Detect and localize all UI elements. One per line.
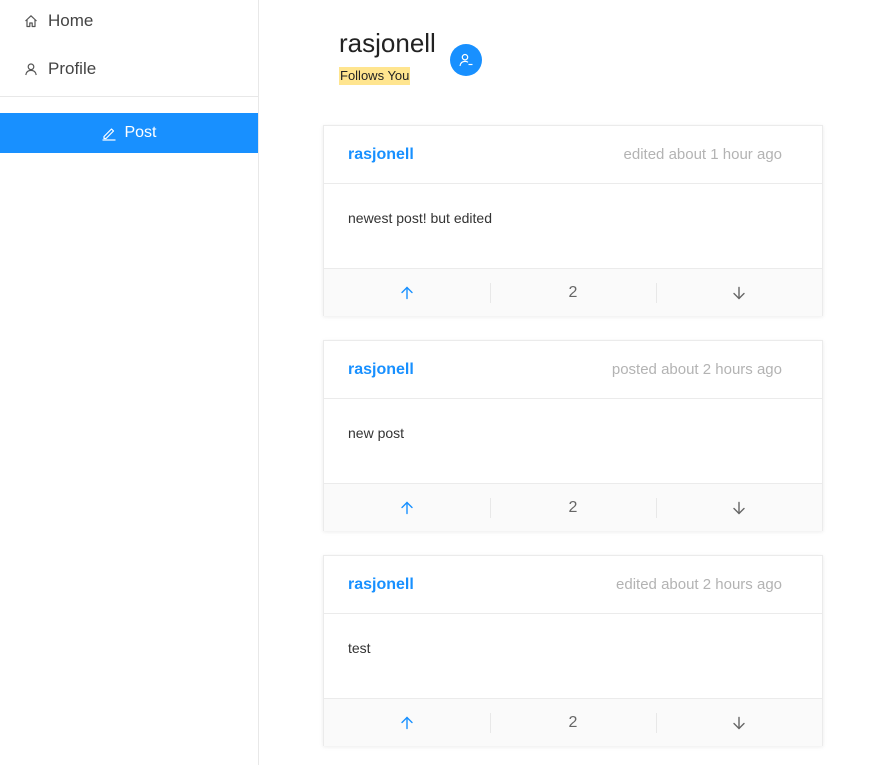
post-actions: 2 <box>324 483 822 531</box>
arrow-down-icon <box>731 285 747 301</box>
post-header: rasjonell posted about 2 hours ago <box>324 341 822 399</box>
downvote-button[interactable] <box>656 484 822 531</box>
post-actions: 2 <box>324 698 822 746</box>
vote-count-cell: 2 <box>490 484 656 531</box>
post-header: rasjonell edited about 2 hours ago <box>324 556 822 614</box>
sidebar-item-label: Home <box>48 11 94 30</box>
post-actions: 2 <box>324 268 822 316</box>
vote-count: 2 <box>568 283 578 301</box>
sidebar-item-profile[interactable]: Profile <box>0 47 258 91</box>
post-author-link[interactable]: rasjonell <box>348 576 414 594</box>
vote-count-cell: 2 <box>490 699 656 746</box>
upvote-button[interactable] <box>324 699 490 746</box>
upvote-button[interactable] <box>324 269 490 316</box>
post-content: test <box>348 640 371 656</box>
vote-count-cell: 2 <box>490 269 656 316</box>
follows-you-badge: Follows You <box>339 67 411 85</box>
post-timestamp: edited about 2 hours ago <box>616 576 782 593</box>
profile-username: rasjonell <box>339 28 436 58</box>
post-timestamp: posted about 2 hours ago <box>611 361 782 378</box>
vote-count: 2 <box>568 498 578 516</box>
arrow-down-icon <box>731 500 747 516</box>
upvote-button[interactable] <box>324 484 490 531</box>
arrow-up-icon <box>399 500 415 516</box>
user-minus-icon <box>458 52 474 68</box>
sidebar-item-label: Profile <box>48 59 97 78</box>
downvote-button[interactable] <box>656 269 822 316</box>
post-card: rasjonell edited about 1 hour ago newest… <box>323 125 823 316</box>
arrow-up-icon <box>399 285 415 301</box>
sidebar-divider <box>0 96 258 97</box>
post-content: newest post! but edited <box>348 210 492 226</box>
sidebar: Home Profile Post <box>0 0 259 765</box>
sidebar-item-home[interactable]: Home <box>0 0 258 43</box>
vote-count: 2 <box>568 713 578 731</box>
post-author-link[interactable]: rasjonell <box>348 361 414 379</box>
home-icon <box>23 13 39 29</box>
post-header: rasjonell edited about 1 hour ago <box>324 126 822 184</box>
post-author-link[interactable]: rasjonell <box>348 146 414 164</box>
post-card: rasjonell edited about 2 hours ago test … <box>323 555 823 746</box>
post-content: new post <box>348 425 405 441</box>
arrow-down-icon <box>731 715 747 731</box>
post-timestamp: edited about 1 hour ago <box>623 146 782 163</box>
user-icon <box>23 61 39 77</box>
post-button[interactable]: Post <box>0 113 258 153</box>
downvote-button[interactable] <box>656 699 822 746</box>
post-card: rasjonell posted about 2 hours ago new p… <box>323 340 823 531</box>
arrow-up-icon <box>399 715 415 731</box>
app: Home Profile Post rasjonell Follows You <box>0 0 891 765</box>
edit-icon <box>101 125 117 141</box>
unfollow-button[interactable] <box>450 44 482 76</box>
post-button-label: Post <box>124 124 157 141</box>
